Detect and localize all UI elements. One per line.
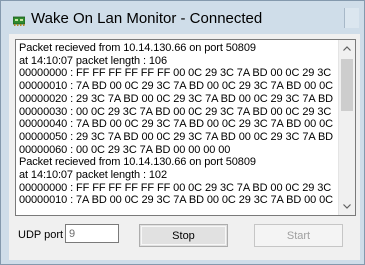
- network-card-icon: [12, 13, 26, 26]
- title-bar[interactable]: Wake On Lan Monitor - Connected: [1, 1, 364, 34]
- scroll-up-arrow-icon[interactable]: [339, 40, 355, 57]
- packet-log[interactable]: Packet recieved from 10.14.130.66 on por…: [15, 39, 356, 216]
- log-line: 00000050 : 29 3C 7A BD 00 0C 29 3C 7A BD…: [19, 130, 334, 143]
- log-line: 00000060 : 00 0C 29 3C 7A BD 00 00 00 00: [19, 143, 231, 156]
- log-line: 00000030 : 00 0C 29 3C 7A BD 00 0C 29 3C…: [19, 105, 332, 118]
- log-line: 00000040 : 7A BD 00 0C 29 3C 7A BD 00 0C…: [19, 118, 334, 131]
- log-line: 00000010 : 7A BD 00 0C 29 3C 7A BD 00 0C…: [19, 80, 334, 93]
- log-line: Packet recieved from 10.14.130.66 on por…: [19, 42, 256, 54]
- log-line: at 14:10:07 packet length : 106: [19, 54, 167, 67]
- log-line: at 14:10:07 packet length : 102: [19, 169, 167, 182]
- packet-log-lines: Packet recieved from 10.14.130.66 on por…: [19, 42, 339, 213]
- log-line: 00000020 : 29 3C 7A BD 00 0C 29 3C 7A BD…: [19, 92, 334, 105]
- close-icon[interactable]: [344, 8, 359, 28]
- stop-button[interactable]: Stop: [139, 224, 228, 247]
- log-scrollbar[interactable]: [338, 40, 355, 215]
- start-button[interactable]: Start: [254, 224, 343, 247]
- stop-button-bevel: [141, 226, 226, 245]
- app-window: Wake On Lan Monitor - Connected Packet r…: [0, 0, 365, 265]
- window-title: Wake On Lan Monitor - Connected: [31, 10, 263, 27]
- scroll-thumb[interactable]: [341, 59, 353, 111]
- udp-port-label: UDP port: [18, 229, 64, 241]
- log-line: 00000010 : 7A BD 00 0C 29 3C 7A BD 00 0C…: [19, 194, 334, 207]
- client-area: Packet recieved from 10.14.130.66 on por…: [9, 34, 360, 260]
- start-button-label: Start: [286, 229, 311, 242]
- scroll-down-arrow-icon[interactable]: [339, 198, 355, 215]
- log-line: Packet recieved from 10.14.130.66 on por…: [19, 156, 256, 169]
- udp-port-input[interactable]: [65, 224, 119, 243]
- log-line: 00000000 : FF FF FF FF FF FF 00 0C 29 3C…: [19, 67, 332, 80]
- log-line: 00000000 : FF FF FF FF FF FF 00 0C 29 3C…: [19, 181, 332, 194]
